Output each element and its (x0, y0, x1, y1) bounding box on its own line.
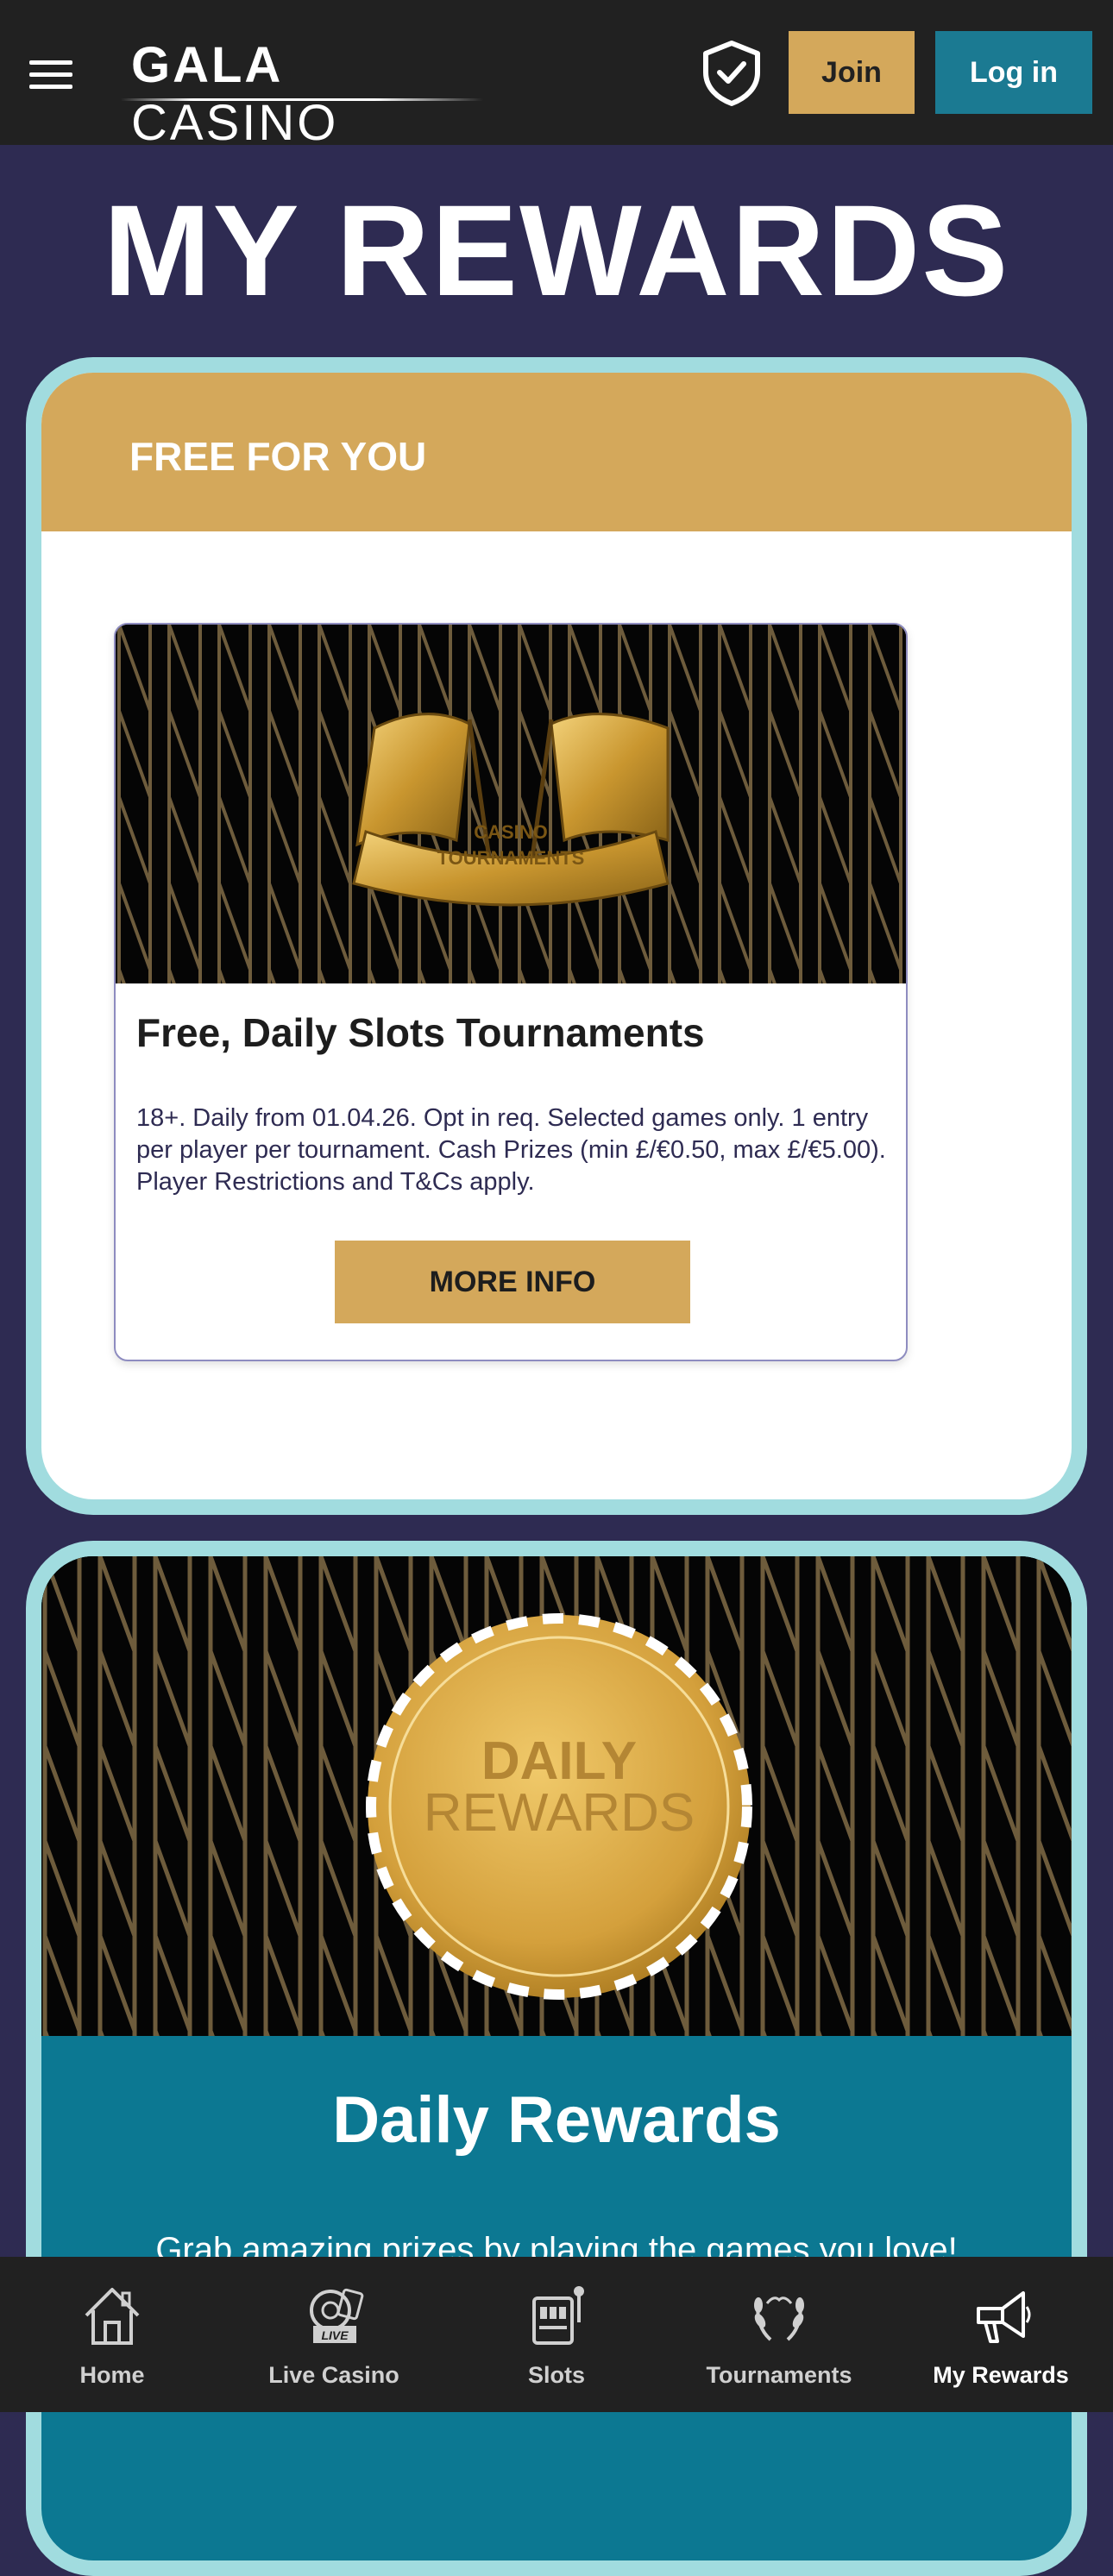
nav-tournaments-label: Tournaments (706, 2362, 852, 2388)
banner-text-casino: CASINO (474, 821, 548, 843)
nav-live-casino[interactable]: LIVE Live Casino (230, 2257, 437, 2412)
promo-card-slots-tournaments: CASINO TOURNAMENTS Free, Daily Slots Tou… (114, 623, 908, 1361)
nav-my-rewards-label: My Rewards (933, 2362, 1069, 2388)
menu-icon[interactable] (29, 59, 72, 90)
laurel-icon (754, 2296, 804, 2341)
nav-slots-label: Slots (527, 2362, 585, 2388)
coin-text-rewards: REWARDS (424, 1783, 695, 1843)
more-info-button[interactable]: MORE INFO (335, 1241, 690, 1323)
promo-title: Free, Daily Slots Tournaments (136, 1010, 705, 1055)
megaphone-icon (977, 2291, 1031, 2343)
page-title: MY REWARDS (103, 178, 1010, 323)
shield-check-icon[interactable] (701, 40, 763, 107)
logo-text: GALA CASINO (131, 37, 339, 151)
promo-terms: 18+. Daily from 01.04.26. Opt in req. Se… (136, 1104, 886, 1196)
daily-rewards-title: Daily Rewards (332, 2083, 781, 2157)
daily-rewards-card[interactable]: DAILY REWARDS Daily Rewards Grab amazing… (26, 1541, 1087, 2576)
gala-casino-logo[interactable]: GALA CASINO (119, 31, 483, 151)
free-for-you-heading: FREE FOR YOU (129, 434, 427, 479)
daily-rewards-coin-image: DAILY REWARDS (41, 1556, 1072, 2036)
free-for-you-header: FREE FOR YOU (41, 373, 1072, 531)
nav-slots[interactable]: Slots (453, 2257, 660, 2412)
top-bar: GALA CASINO Join Log in (0, 0, 1113, 151)
slot-machine-icon (532, 2286, 584, 2345)
live-badge-text: LIVE (321, 2328, 349, 2342)
live-casino-icon: LIVE (310, 2288, 364, 2343)
nav-home-label: Home (79, 2362, 145, 2388)
join-button[interactable]: Join (789, 31, 915, 114)
casino-tournaments-image: CASINO TOURNAMENTS (116, 625, 906, 983)
banner-text-tournaments: TOURNAMENTS (437, 847, 585, 869)
nav-my-rewards[interactable]: My Rewards (897, 2257, 1104, 2412)
coin-text-daily: DAILY (481, 1731, 637, 1791)
login-button[interactable]: Log in (935, 31, 1092, 114)
bottom-navigation: Home LIVE Live Casino Slots Tournaments … (0, 2257, 1113, 2412)
free-for-you-card: FREE FOR YOU CASINO TOURNAMENTS Free, Da… (26, 357, 1087, 1515)
nav-tournaments[interactable]: Tournaments (676, 2257, 883, 2412)
nav-home[interactable]: Home (9, 2257, 216, 2412)
nav-live-casino-label: Live Casino (268, 2362, 399, 2388)
logo-underline (121, 98, 483, 101)
home-icon (85, 2288, 140, 2345)
